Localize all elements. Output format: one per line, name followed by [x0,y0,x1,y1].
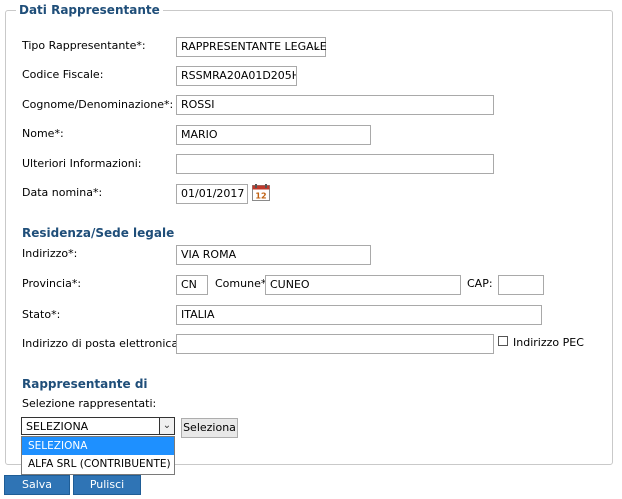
selezione-label: Selezione rappresentati: [22,397,157,410]
stato-input[interactable]: ITALIA [176,305,542,325]
salva-button[interactable]: Salva [4,475,70,495]
dropdown-option[interactable]: ALFA SRL (CONTRIBUENTE) [22,455,174,473]
pulisci-button[interactable]: Pulisci [73,475,141,495]
residenza-title: Residenza/Sede legale [22,226,175,240]
indirizzo-input[interactable]: VIA ROMA [176,245,371,265]
data-nomina-input[interactable]: 01/01/2017 [176,184,248,204]
cap-label: CAP: [467,277,493,290]
rappresentante-di-title: Rappresentante di [22,377,148,391]
indirizzo-label: Indirizzo*: [22,247,78,260]
chevron-down-icon: ⌄ [311,39,321,52]
rappresentati-select-value: SELEZIONA [26,420,89,433]
dropdown-option[interactable]: SELEZIONA [22,437,174,455]
tipo-rappresentante-select[interactable]: RAPPRESENTANTE LEGALE ⌄ [176,37,327,57]
tipo-rappresentante-label: Tipo Rappresentante*: [22,39,146,52]
calendar-icon[interactable]: 12 [252,184,270,201]
tipo-rappresentante-value: RAPPRESENTANTE LEGALE [181,40,327,53]
codice-fiscale-input[interactable]: RSSMRA20A01D205H [176,66,297,86]
data-nomina-label: Data nomina*: [22,186,103,199]
cap-input[interactable] [498,275,544,295]
pec-checkbox-label: Indirizzo PEC [513,336,584,349]
chevron-down-icon[interactable]: ⌄ [160,417,175,435]
stato-label: Stato*: [22,308,61,321]
cognome-input[interactable]: ROSSI [176,95,494,115]
nome-input[interactable]: MARIO [176,125,371,145]
pec-input[interactable] [176,334,494,354]
pec-checkbox[interactable] [498,336,508,346]
rappresentati-dropdown-list: SELEZIONA ALFA SRL (CONTRIBUENTE) [21,436,175,475]
ulteriori-input[interactable] [176,154,494,174]
section-title: Dati Rappresentante [16,3,163,17]
ulteriori-label: Ulteriori Informazioni: [22,157,142,170]
provincia-input[interactable]: CN [176,275,208,295]
codice-fiscale-label: Codice Fiscale: [22,68,104,81]
nome-label: Nome*: [22,127,64,140]
svg-text:12: 12 [255,192,266,201]
provincia-label: Provincia*: [22,277,82,290]
comune-input[interactable]: CUNEO [265,275,461,295]
pec-label: Indirizzo di posta elettronica: [22,337,182,350]
seleziona-button[interactable]: Seleziona [181,418,238,438]
comune-label: Comune*: [215,277,271,290]
cognome-label: Cognome/Denominazione*: [22,98,174,111]
rappresentati-select[interactable]: SELEZIONA [21,417,160,435]
